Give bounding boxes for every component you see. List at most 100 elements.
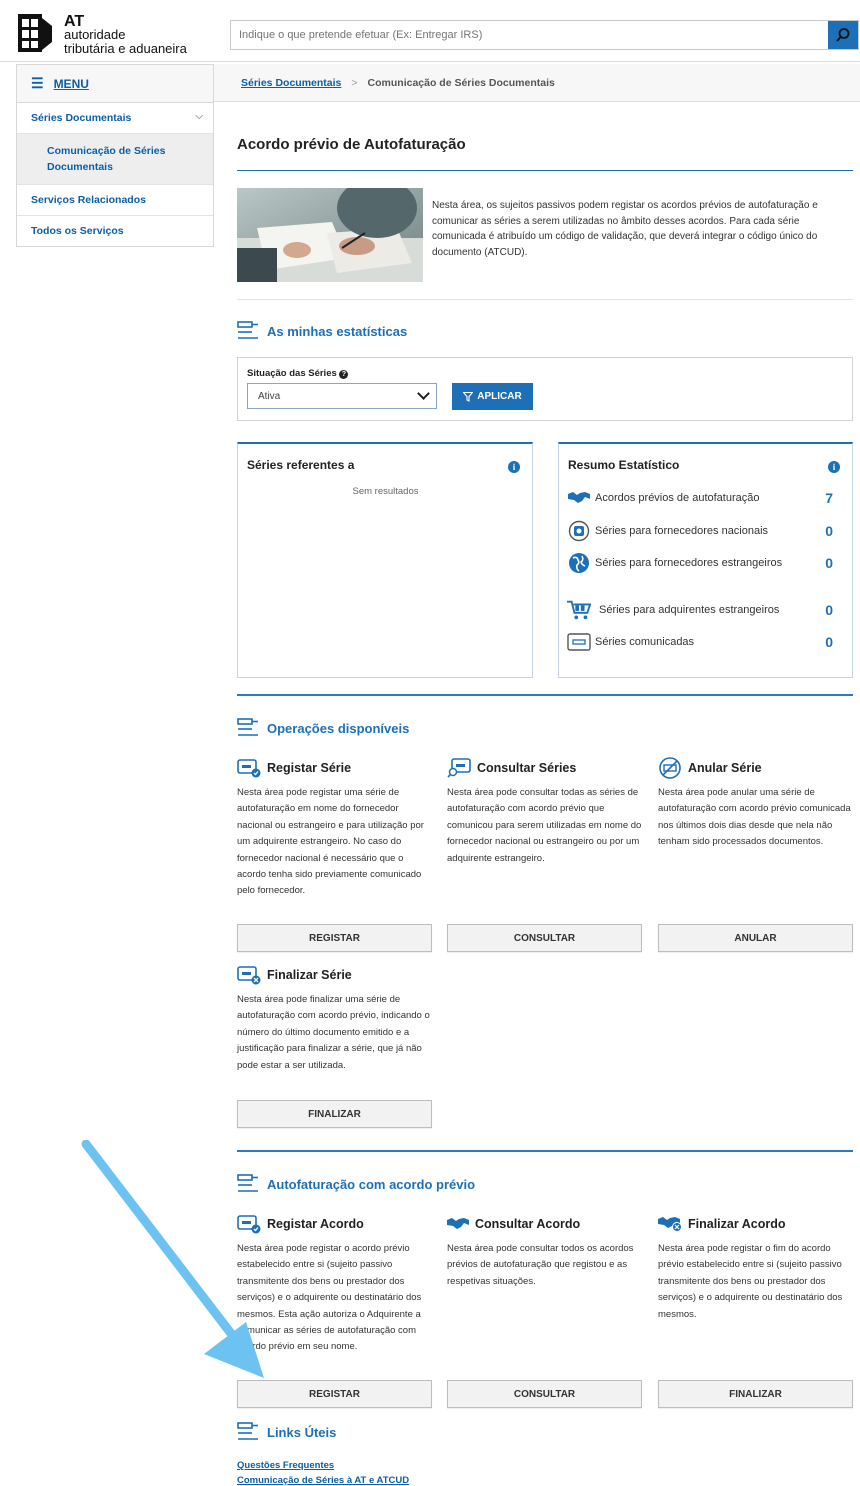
logo-line-1: autoridade	[64, 27, 126, 42]
op-title: Finalizar Série	[267, 968, 352, 982]
op-title: Anular Série	[688, 761, 762, 775]
national-supplier-icon	[567, 520, 591, 542]
op-consultar-acordo: Consultar Acordo Nesta área pode consult…	[447, 1213, 642, 1290]
title-divider	[237, 170, 853, 171]
stats-heading-text: As minhas estatísticas	[267, 323, 408, 339]
breadcrumb-current: Comunicação de Séries Documentais	[367, 76, 555, 89]
stats-heading: As minhas estatísticas	[237, 320, 407, 342]
help-icon[interactable]: ?	[339, 370, 349, 379]
series-card: Séries referentes a i Sem resultados	[237, 442, 533, 678]
filter-label-text: Situação das Séries	[247, 368, 337, 379]
op-description: Nesta área pode consultar todas as série…	[447, 787, 642, 864]
series-card-icon	[567, 631, 591, 653]
at-logo[interactable]: AT autoridade tributária e aduaneira	[16, 12, 216, 58]
sidebar-item-label: Comunicação de Séries Documentais	[47, 145, 166, 173]
top-bar: AT autoridade tributária e aduaneira	[0, 8, 860, 62]
handshake-cancel-icon	[658, 1217, 682, 1232]
op-title: Finalizar Acordo	[688, 1217, 786, 1231]
breadcrumb-parent-link[interactable]: Séries Documentais	[241, 77, 341, 89]
cart-icon	[567, 599, 591, 621]
registar-serie-button[interactable]: REGISTAR	[237, 924, 432, 952]
series-card-title: Séries referentes a	[247, 458, 355, 472]
breadcrumb: Séries Documentais > Comunicação de Séri…	[214, 64, 860, 102]
stat-row-agreements[interactable]: Acordos prévios de autofaturação 7	[567, 487, 845, 509]
stat-value: 0	[825, 555, 833, 571]
link-comunicacao-series-atcud[interactable]: Comunicação de Séries à AT e ATCUD	[237, 1473, 409, 1486]
globe-icon	[567, 552, 591, 574]
section-divider	[237, 694, 853, 696]
divider	[237, 299, 853, 300]
filter-panel: Situação das Séries ? Ativa APLICAR	[237, 357, 853, 421]
stat-row-national[interactable]: Séries para fornecedores nacionais 0	[567, 520, 845, 542]
info-icon[interactable]: i	[828, 461, 840, 473]
logo-line-2: tributária e aduaneira	[64, 41, 187, 56]
links-heading: Links Úteis	[237, 1421, 336, 1443]
sidebar-item-servicos-relacionados[interactable]: Serviços Relacionados	[17, 185, 213, 216]
op-title: Consultar Acordo	[475, 1217, 581, 1231]
page-title: Acordo prévio de Autofaturação	[237, 136, 466, 153]
sidebar-item-label: Serviços Relacionados	[31, 194, 146, 206]
operations-heading-text: Operações disponíveis	[267, 720, 410, 736]
op-finalizar-serie: Finalizar Série Nesta área pode finaliza…	[237, 964, 437, 1074]
stat-label: Séries para fornecedores estrangeiros	[595, 556, 783, 569]
breadcrumb-separator: >	[351, 76, 358, 89]
anular-serie-button[interactable]: ANULAR	[658, 924, 853, 952]
stat-row-foreign-buyers[interactable]: Séries para adquirentes estrangeiros 0	[567, 599, 845, 621]
filter-icon	[463, 391, 474, 402]
op-registar-acordo: Registar Acordo Nesta área pode registar…	[237, 1213, 432, 1356]
chevron-down-icon: ⌵	[195, 111, 203, 122]
op-description: Nesta área pode registar o acordo prévio…	[237, 1243, 422, 1353]
register-agreement-icon	[237, 1215, 261, 1234]
apply-button[interactable]: APLICAR	[452, 383, 533, 410]
handshake-icon	[447, 1218, 469, 1229]
op-consultar-series: Consultar Séries Nesta área pode consult…	[447, 757, 642, 867]
section-list-icon	[237, 1422, 258, 1440]
section-list-icon	[237, 1174, 258, 1192]
stat-row-foreign-suppliers[interactable]: Séries para fornecedores estrangeiros 0	[567, 552, 845, 574]
consultar-series-button[interactable]: CONSULTAR	[447, 924, 642, 952]
sidebar: ☰ MENU Séries Documentais ⌵ Comunicação …	[16, 64, 214, 247]
sidebar-item-comunicacao-series[interactable]: Comunicação de Séries Documentais	[17, 134, 213, 185]
summary-card-title: Resumo Estatístico	[568, 458, 680, 472]
sidebar-item-label: Todos os Serviços	[31, 225, 124, 237]
op-title: Registar Série	[267, 761, 352, 775]
series-status-select[interactable]: Ativa	[247, 383, 437, 409]
operations-heading: Operações disponíveis	[237, 717, 409, 739]
menu-toggle[interactable]: ☰ MENU	[17, 65, 213, 103]
search-input[interactable]	[231, 21, 811, 49]
section-list-icon	[237, 321, 258, 339]
op-description: Nesta área pode finalizar uma série de a…	[237, 994, 430, 1071]
search-button[interactable]	[828, 21, 858, 49]
stat-value: 0	[825, 602, 833, 618]
at-logo-icon	[18, 14, 52, 52]
link-questoes-frequentes[interactable]: Questões Frequentes	[237, 1458, 409, 1473]
sidebar-item-series-documentais[interactable]: Séries Documentais ⌵	[17, 103, 213, 134]
filter-label: Situação das Séries ?	[247, 368, 349, 379]
apply-button-label: APLICAR	[477, 391, 522, 402]
op-anular-serie: Anular Série Nesta área pode anular uma …	[658, 757, 853, 851]
registar-acordo-button[interactable]: REGISTAR	[237, 1380, 432, 1408]
intro-text: Nesta área, os sujeitos passivos podem r…	[432, 200, 818, 258]
stat-row-communicated[interactable]: Séries comunicadas 0	[567, 631, 845, 653]
agreements-heading-text: Autofaturação com acordo prévio	[267, 1176, 476, 1192]
cancel-series-icon	[659, 757, 681, 779]
useful-links: Questões Frequentes Comunicação de Série…	[237, 1458, 409, 1486]
info-icon[interactable]: i	[508, 461, 520, 473]
no-results-text: Sem resultados	[352, 486, 419, 497]
summary-card: Resumo Estatístico i Acordos prévios de …	[558, 442, 853, 678]
select-value: Ativa	[258, 390, 281, 402]
sidebar-item-todos-servicos[interactable]: Todos os Serviços	[17, 216, 213, 246]
agreements-heading: Autofaturação com acordo prévio	[237, 1173, 475, 1195]
finalizar-acordo-button[interactable]: FINALIZAR	[658, 1380, 853, 1408]
finalize-series-icon	[237, 966, 261, 985]
stat-label: Séries comunicadas	[595, 635, 695, 648]
section-list-icon	[237, 718, 258, 736]
stat-value: 0	[825, 634, 833, 650]
links-heading-text: Links Úteis	[267, 1424, 337, 1440]
search-box	[230, 20, 859, 50]
intro-photo	[237, 188, 423, 282]
finalizar-serie-button[interactable]: FINALIZAR	[237, 1100, 432, 1128]
op-description: Nesta área pode registar uma série de au…	[237, 787, 424, 897]
sidebar-item-label: Séries Documentais	[31, 112, 132, 124]
consultar-acordo-button[interactable]: CONSULTAR	[447, 1380, 642, 1408]
